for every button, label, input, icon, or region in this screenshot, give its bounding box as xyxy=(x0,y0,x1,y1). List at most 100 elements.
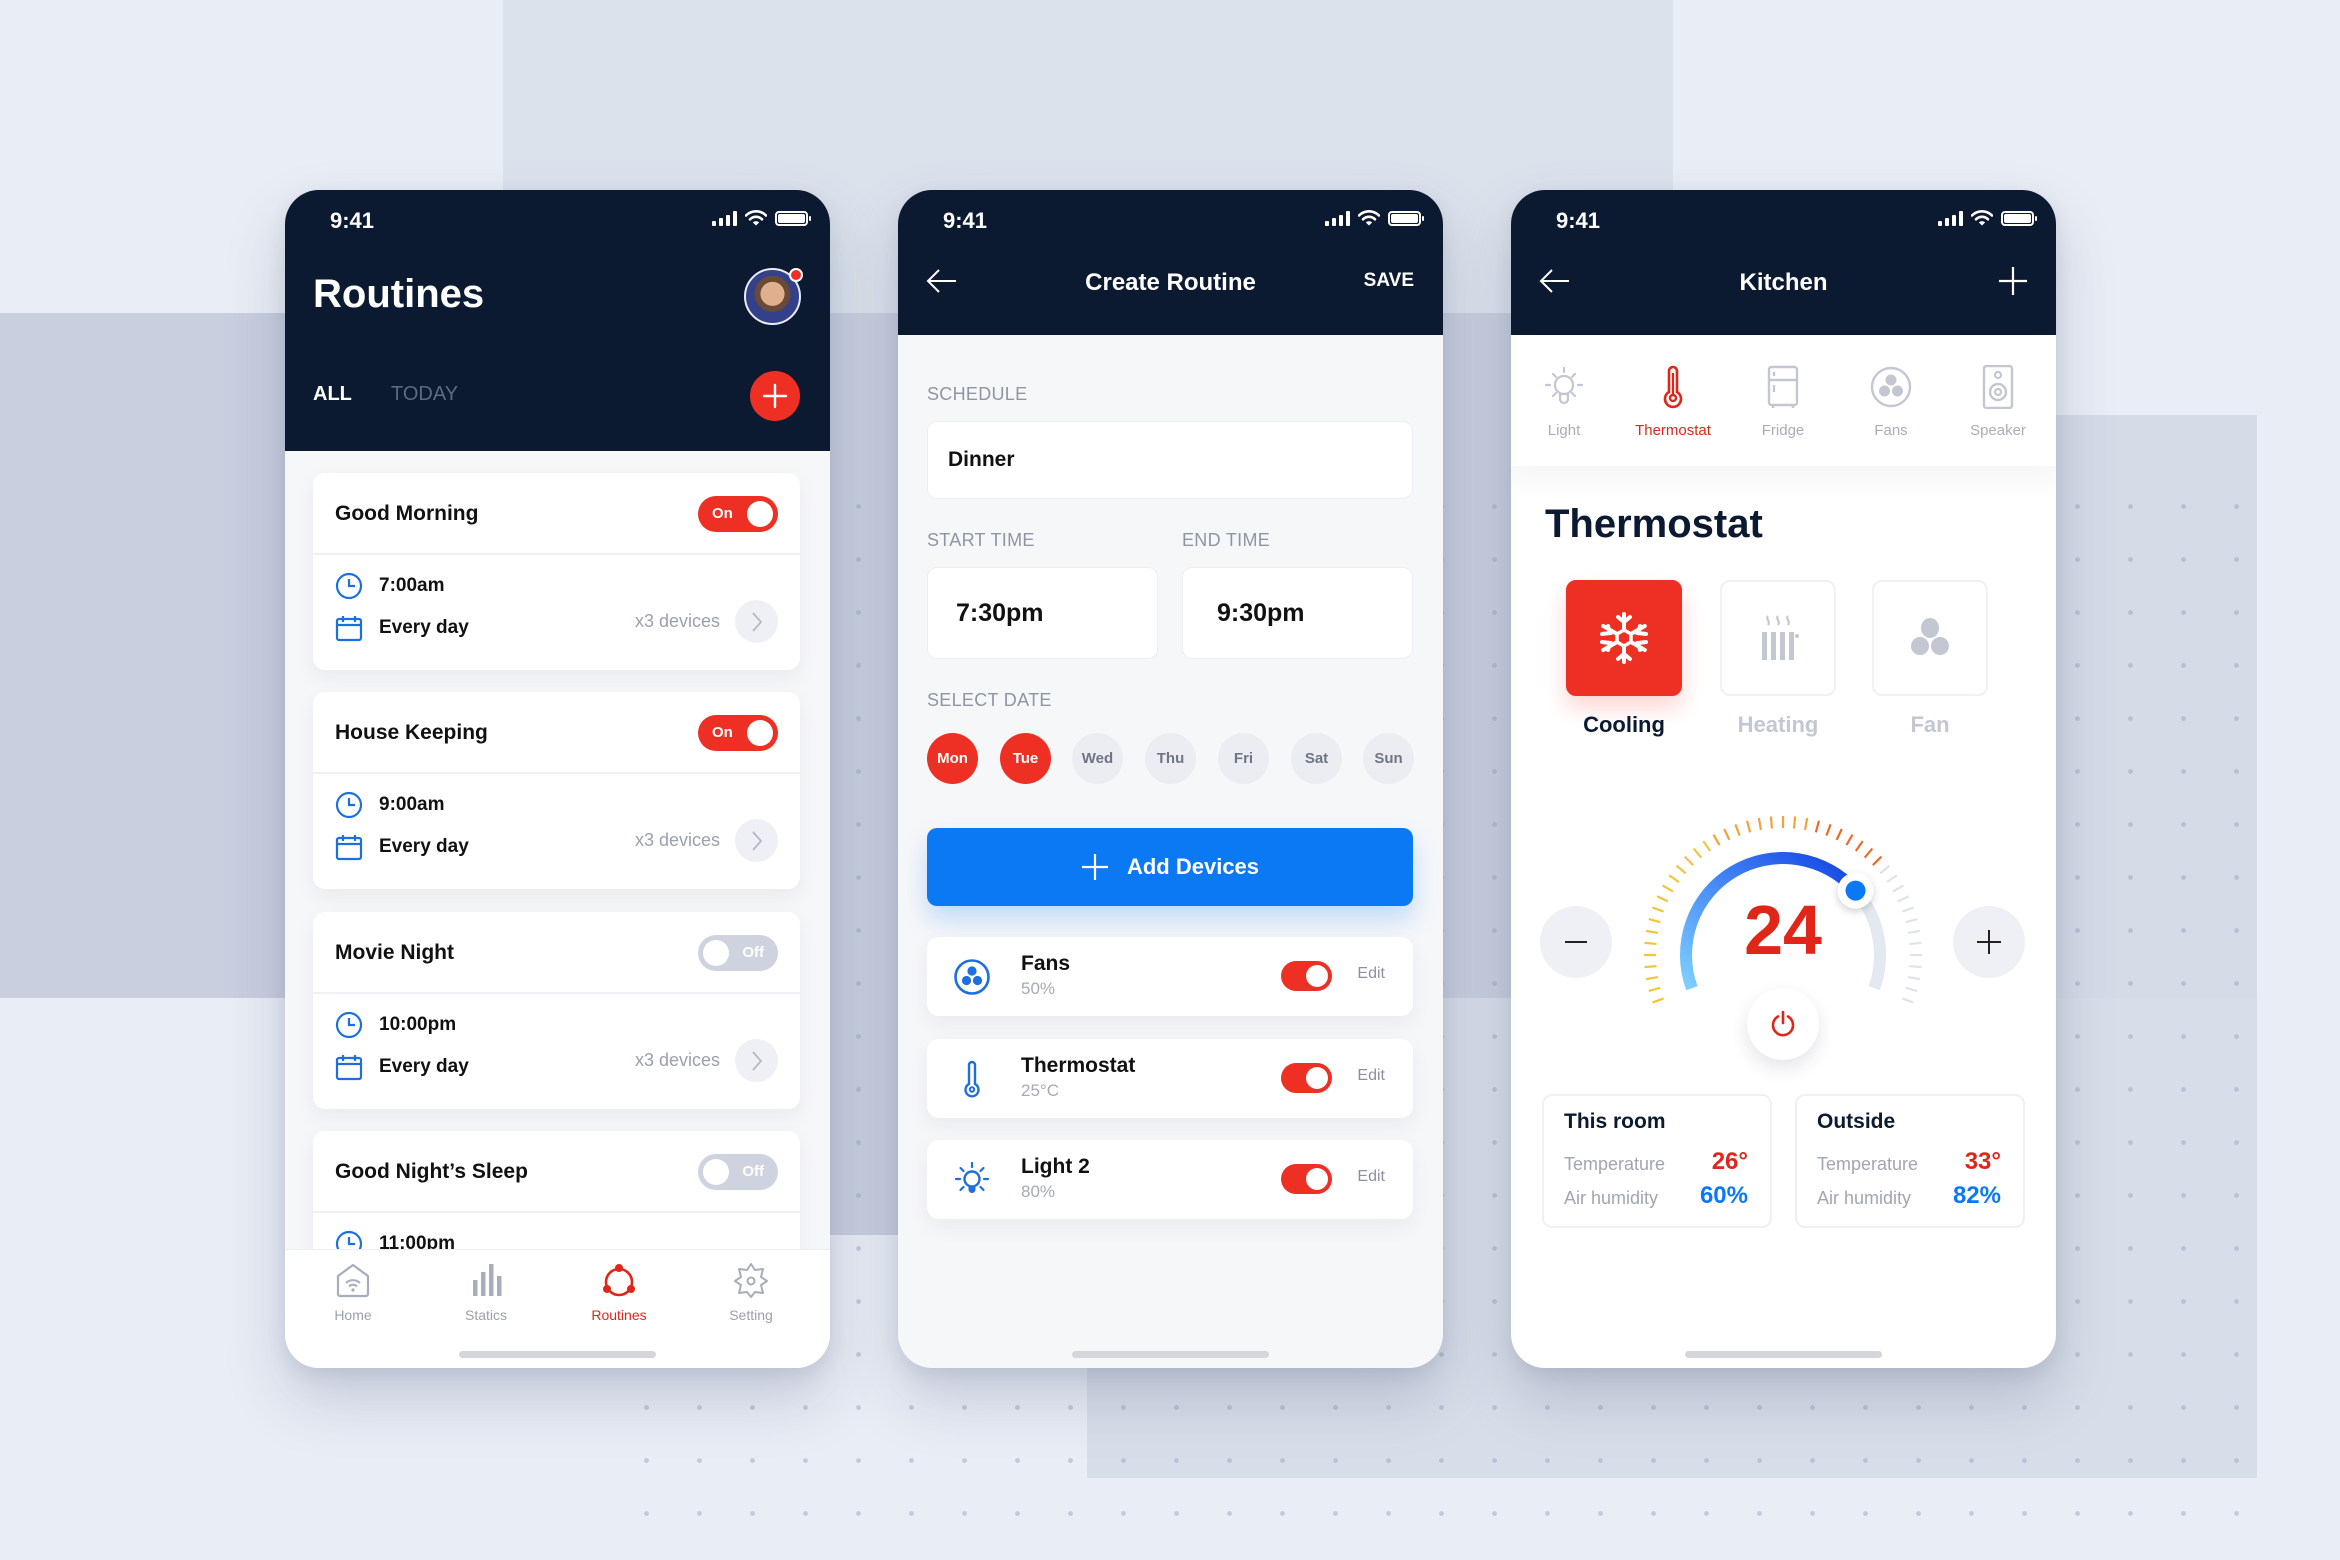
edit-device-button[interactable]: Edit xyxy=(1357,1067,1385,1085)
category-light[interactable]: Light xyxy=(1514,365,1614,439)
dial-tick xyxy=(1901,997,1914,1004)
routine-toggle[interactable]: On xyxy=(698,496,778,532)
device-name: Thermostat xyxy=(1021,1054,1136,1077)
dial-tick xyxy=(1656,895,1669,903)
chevron-right-icon xyxy=(751,611,762,632)
edit-device-button[interactable]: Edit xyxy=(1357,1168,1385,1186)
day-chip-wed[interactable]: Wed xyxy=(1072,733,1123,784)
day-chip-fri[interactable]: Fri xyxy=(1218,733,1269,784)
dial-tick xyxy=(1723,828,1731,841)
device-toggle[interactable] xyxy=(1281,1063,1332,1093)
temperature-value: 26° xyxy=(1711,1148,1748,1175)
day-chip-sun[interactable]: Sun xyxy=(1363,733,1414,784)
humidity-label: Air humidity xyxy=(1817,1188,1912,1208)
avatar[interactable] xyxy=(744,268,803,325)
start-time-input[interactable]: 7:30pm xyxy=(927,567,1158,659)
toggle-knob xyxy=(747,501,773,527)
increase-temperature-button[interactable] xyxy=(1953,906,2025,978)
dial-tick xyxy=(1648,986,1661,993)
routine-card[interactable]: House Keeping On 9:00am Every day x3 devices xyxy=(313,692,800,889)
device-toggle[interactable] xyxy=(1281,1164,1332,1194)
add-routine-button[interactable] xyxy=(750,371,800,421)
tab-home[interactable]: Home xyxy=(303,1262,403,1323)
end-time-value: 9:30pm xyxy=(1217,598,1305,627)
day-chip-tue[interactable]: Tue xyxy=(1000,733,1051,784)
routine-details-button[interactable] xyxy=(735,819,778,862)
thermometer-icon xyxy=(964,1060,980,1098)
routine-toggle[interactable]: Off xyxy=(698,935,778,971)
routine-card[interactable]: Good Morning On 7:00am Every day x3 devices xyxy=(313,473,800,670)
fan-icon xyxy=(1870,366,1912,408)
routine-card[interactable]: Movie Night Off 10:00pm Every day x3 devices xyxy=(313,912,800,1109)
category-speaker[interactable]: Speaker xyxy=(1948,364,2048,439)
dial-tick xyxy=(1907,975,1921,981)
end-time-label: END TIME xyxy=(1182,530,1271,550)
mode-heating-button[interactable] xyxy=(1720,580,1836,696)
routine-time: 10:00pm xyxy=(379,1014,457,1035)
tab-routines[interactable]: Routines xyxy=(569,1262,669,1323)
fridge-icon xyxy=(1767,365,1799,408)
toggle-label: On xyxy=(712,724,733,741)
heater-icon xyxy=(1762,615,1799,660)
page-title: Kitchen xyxy=(1739,269,1828,296)
plus-icon xyxy=(1977,930,2001,954)
category-label: Speaker xyxy=(1970,422,2026,439)
humidity-value: 60% xyxy=(1699,1182,1748,1209)
add-device-button[interactable] xyxy=(1998,266,2028,296)
category-fans[interactable]: Fans xyxy=(1841,365,1941,439)
tab-label: Setting xyxy=(729,1307,773,1323)
dial-tick xyxy=(1886,874,1898,884)
end-time-input[interactable]: 9:30pm xyxy=(1182,567,1413,659)
wifi-icon xyxy=(1358,210,1380,226)
category-label: Thermostat xyxy=(1635,422,1711,439)
mode-fan-button[interactable] xyxy=(1872,580,1988,696)
mode-label: Fan xyxy=(1910,712,1950,737)
save-button[interactable]: SAVE xyxy=(1364,270,1414,292)
edit-device-button[interactable]: Edit xyxy=(1357,965,1385,983)
wifi-icon xyxy=(1971,210,1993,226)
status-time: 9:41 xyxy=(943,208,988,233)
filter-today-tab[interactable]: TODAY xyxy=(391,383,458,406)
dial-tick xyxy=(1854,840,1864,852)
home-icon xyxy=(336,1263,370,1298)
calendar-icon xyxy=(335,835,363,861)
toggle-knob xyxy=(1306,965,1328,987)
status-icons xyxy=(1325,210,1424,226)
calendar-icon xyxy=(335,1055,363,1081)
signal-icon xyxy=(1325,210,1350,226)
power-button[interactable] xyxy=(1747,988,1819,1060)
add-devices-button[interactable]: Add Devices xyxy=(927,828,1413,906)
battery-icon xyxy=(1388,210,1424,226)
day-chip-mon[interactable]: Mon xyxy=(927,733,978,784)
dial-tick xyxy=(1757,817,1763,831)
routine-card-header: House Keeping On xyxy=(313,692,800,774)
routine-time-row: 9:00am xyxy=(335,791,445,819)
mode-cooling-button[interactable] xyxy=(1566,580,1682,696)
gear-icon xyxy=(734,1263,768,1298)
category-thermostat[interactable]: Thermostat xyxy=(1623,365,1723,439)
toggle-label: Off xyxy=(742,1163,764,1180)
schedule-input[interactable]: Dinner xyxy=(927,421,1413,499)
category-fridge[interactable]: Fridge xyxy=(1733,365,1833,439)
day-chip-sat[interactable]: Sat xyxy=(1291,733,1342,784)
routines-header: 9:41 Routines ALL TODAY xyxy=(285,190,830,451)
routine-details-button[interactable] xyxy=(735,1039,778,1082)
tab-statics[interactable]: Statics xyxy=(436,1262,536,1323)
dial-tick xyxy=(1863,847,1874,859)
routine-toggle[interactable]: Off xyxy=(698,1154,778,1190)
routine-toggle[interactable]: On xyxy=(698,715,778,751)
day-chip-thu[interactable]: Thu xyxy=(1145,733,1196,784)
filter-all-tab[interactable]: ALL xyxy=(313,383,352,406)
dial-tick xyxy=(1702,840,1712,852)
routine-name: House Keeping xyxy=(335,721,488,744)
kitchen-header: 9:41 Kitchen xyxy=(1511,190,2056,335)
device-toggle[interactable] xyxy=(1281,961,1332,991)
decrease-temperature-button[interactable] xyxy=(1540,906,1612,978)
routine-time: 9:00am xyxy=(379,794,445,815)
lightbulb-icon xyxy=(1544,366,1584,405)
tab-setting[interactable]: Setting xyxy=(701,1262,801,1323)
calendar-icon xyxy=(335,616,363,642)
fan-icon xyxy=(1911,618,1949,655)
clock-icon xyxy=(335,791,363,819)
routine-details-button[interactable] xyxy=(735,600,778,643)
